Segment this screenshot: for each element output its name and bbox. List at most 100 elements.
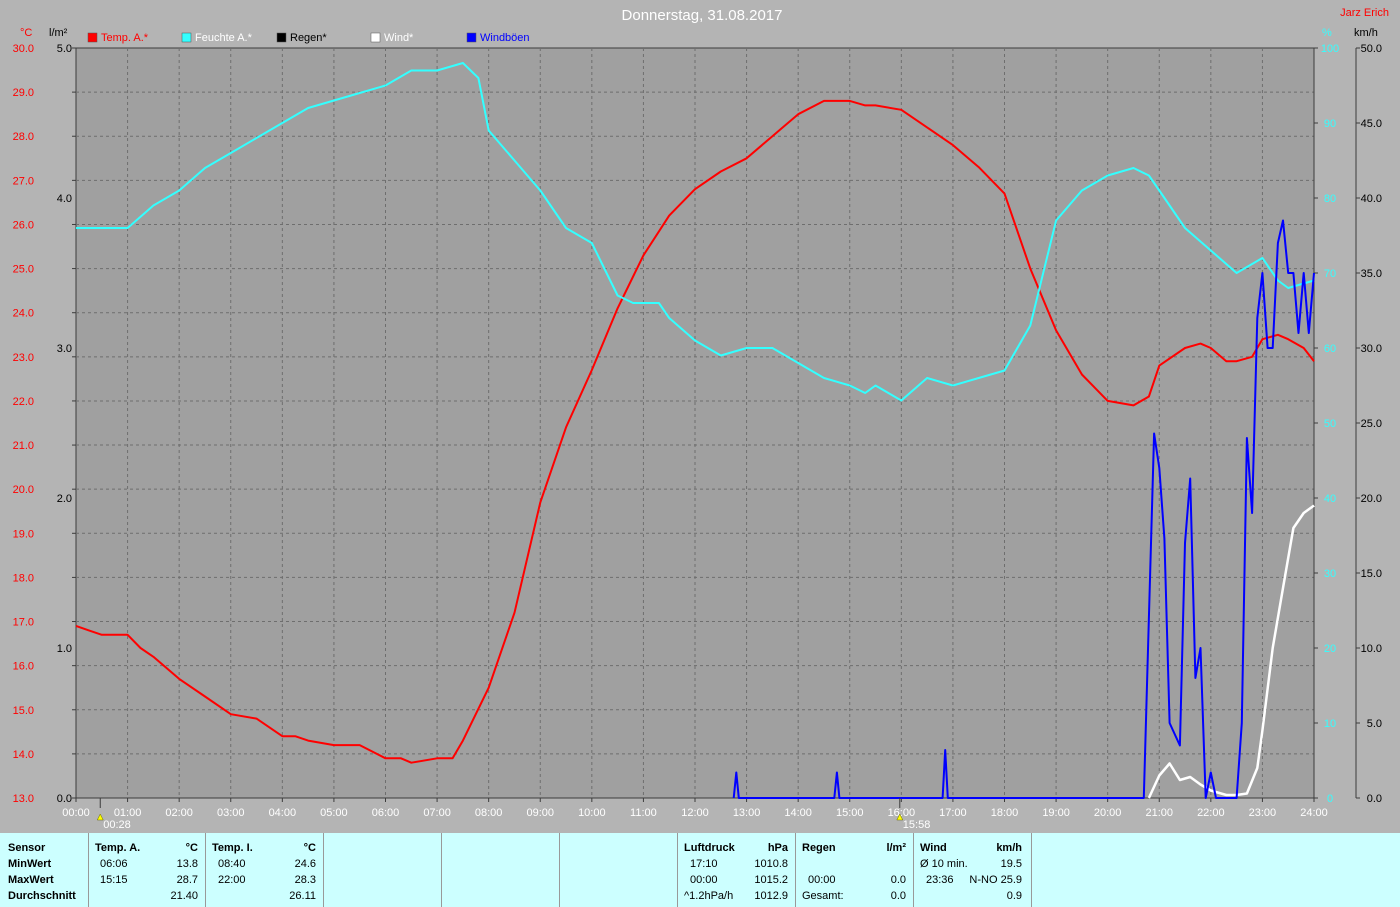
humidity-unit-label: % (1322, 27, 1332, 39)
rain-tick-label: 4.0 (57, 193, 72, 205)
time-marker-label: 00:28 (103, 819, 131, 831)
temp-i-max-time: 22:00 (218, 874, 246, 886)
legend-label: Regen* (290, 32, 327, 44)
temp-a-unit: °C (185, 842, 198, 854)
stats-divider (323, 833, 324, 907)
stats-divider (559, 833, 560, 907)
wind-tick-label: 10.0 (1361, 643, 1382, 655)
rain-header: Regen (802, 842, 836, 854)
chart-title: Donnerstag, 31.08.2017 (622, 7, 783, 24)
x-tick-label: 10:00 (578, 807, 606, 819)
wind-avg-label: Ø 10 min. (920, 858, 968, 870)
temp-tick-label: 13.0 (13, 793, 34, 805)
wind-header: Wind (920, 842, 947, 854)
temp-tick-label: 19.0 (13, 528, 34, 540)
wind-tick-label: 35.0 (1361, 268, 1382, 280)
temp-tick-label: 26.0 (13, 219, 34, 231)
x-tick-label: 20:00 (1094, 807, 1122, 819)
rain-unit: l/m² (886, 842, 906, 854)
x-tick-label: 07:00 (423, 807, 451, 819)
wind-tick-label: 40.0 (1361, 193, 1382, 205)
wind-tick-label: 5.0 (1367, 718, 1382, 730)
row-label-min: MinWert (8, 858, 52, 870)
wind-unit-label: km/h (1354, 27, 1378, 39)
temp-tick-label: 14.0 (13, 749, 34, 761)
legend-swatch (466, 32, 477, 43)
rain-tick-label: 1.0 (57, 643, 72, 655)
pressure-min-time: 17:10 (690, 858, 718, 870)
temp-i-header: Temp. I. (212, 842, 253, 854)
stats-divider (88, 833, 89, 907)
legend-label: Temp. A.* (101, 32, 149, 44)
temp-tick-label: 18.0 (13, 572, 34, 584)
legend-swatch (181, 32, 192, 43)
wind-tick-label: 25.0 (1361, 418, 1382, 430)
stats-divider (1031, 833, 1032, 907)
x-tick-label: 06:00 (372, 807, 400, 819)
temp-tick-label: 29.0 (13, 87, 34, 99)
x-tick-label: 13:00 (733, 807, 761, 819)
rain-tick-label: 5.0 (57, 43, 72, 55)
wind-tick-label: 0.0 (1367, 793, 1382, 805)
x-tick-label: 12:00 (681, 807, 709, 819)
pressure-max-time: 00:00 (690, 874, 718, 886)
humidity-tick-label: 20 (1324, 643, 1336, 655)
temp-i-max: 28.3 (294, 874, 316, 886)
temp-a-avg: 21.40 (170, 890, 198, 902)
temp-tick-label: 23.0 (13, 352, 34, 364)
pressure-header: Luftdruck (684, 842, 735, 854)
wind-avg: 19.5 (1000, 858, 1022, 870)
time-marker-label: 15:58 (903, 819, 931, 831)
statistics-panel: Sensor MinWert MaxWert Durchschnitt Temp… (0, 833, 1400, 907)
row-label-avg: Durchschnitt (8, 890, 76, 902)
stats-divider (795, 833, 796, 907)
pressure-trend: ^1.2hPa/h (684, 890, 734, 902)
x-tick-label: 11:00 (630, 807, 657, 819)
x-tick-label: 21:00 (1145, 807, 1173, 819)
pressure-unit: hPa (767, 842, 788, 854)
temp-tick-label: 27.0 (13, 175, 34, 187)
rain-total-label: Gesamt: (802, 890, 844, 902)
wind-tick-label: 30.0 (1361, 343, 1382, 355)
humidity-tick-label: 70 (1324, 268, 1336, 280)
legend-label: Windböen (480, 32, 530, 44)
humidity-tick-label: 10 (1324, 718, 1336, 730)
x-tick-label: 23:00 (1249, 807, 1277, 819)
x-tick-label: 14:00 (784, 807, 812, 819)
x-tick-label: 18:00 (991, 807, 1019, 819)
temp-i-min-time: 08:40 (218, 858, 246, 870)
legend-label: Feuchte A.* (195, 32, 253, 44)
rain-tick-label: 0.0 (57, 793, 72, 805)
weather-chart: Donnerstag, 31.08.2017 Jarz Erich °C l/m… (13, 7, 1389, 831)
legend-swatch (87, 32, 98, 43)
humidity-tick-label: 0 (1327, 793, 1333, 805)
wind-avg-day: 0.9 (1006, 890, 1022, 902)
wind-tick-label: 45.0 (1361, 118, 1382, 130)
temp-tick-label: 17.0 (13, 617, 34, 629)
temp-a-min-time: 06:06 (100, 858, 128, 870)
wind-tick-label: 15.0 (1361, 568, 1382, 580)
humidity-tick-label: 60 (1324, 343, 1336, 355)
humidity-tick-label: 40 (1324, 493, 1336, 505)
x-tick-label: 04:00 (269, 807, 297, 819)
x-tick-label: 22:00 (1197, 807, 1225, 819)
x-tick-label: 05:00 (320, 807, 348, 819)
rain-tick-label: 2.0 (57, 493, 72, 505)
row-label-max: MaxWert (8, 874, 54, 886)
temp-i-avg: 26.11 (289, 890, 316, 902)
temp-unit-label: °C (20, 27, 32, 39)
temp-tick-label: 28.0 (13, 131, 34, 143)
x-tick-label: 19:00 (1042, 807, 1070, 819)
temp-tick-label: 21.0 (13, 440, 34, 452)
rain-tick-label: 3.0 (57, 343, 72, 355)
sensor-header: Sensor (8, 842, 46, 854)
humidity-tick-label: 100 (1321, 43, 1339, 55)
rain-unit-label: l/m² (49, 27, 68, 39)
x-tick-label: 09:00 (526, 807, 554, 819)
author-label: Jarz Erich (1340, 7, 1389, 19)
temp-tick-label: 30.0 (13, 43, 34, 55)
rain-max-time: 00:00 (808, 874, 836, 886)
x-tick-label: 24:00 (1300, 807, 1328, 819)
pressure-avg: 1012.9 (754, 890, 788, 902)
wind-tick-label: 50.0 (1361, 43, 1382, 55)
